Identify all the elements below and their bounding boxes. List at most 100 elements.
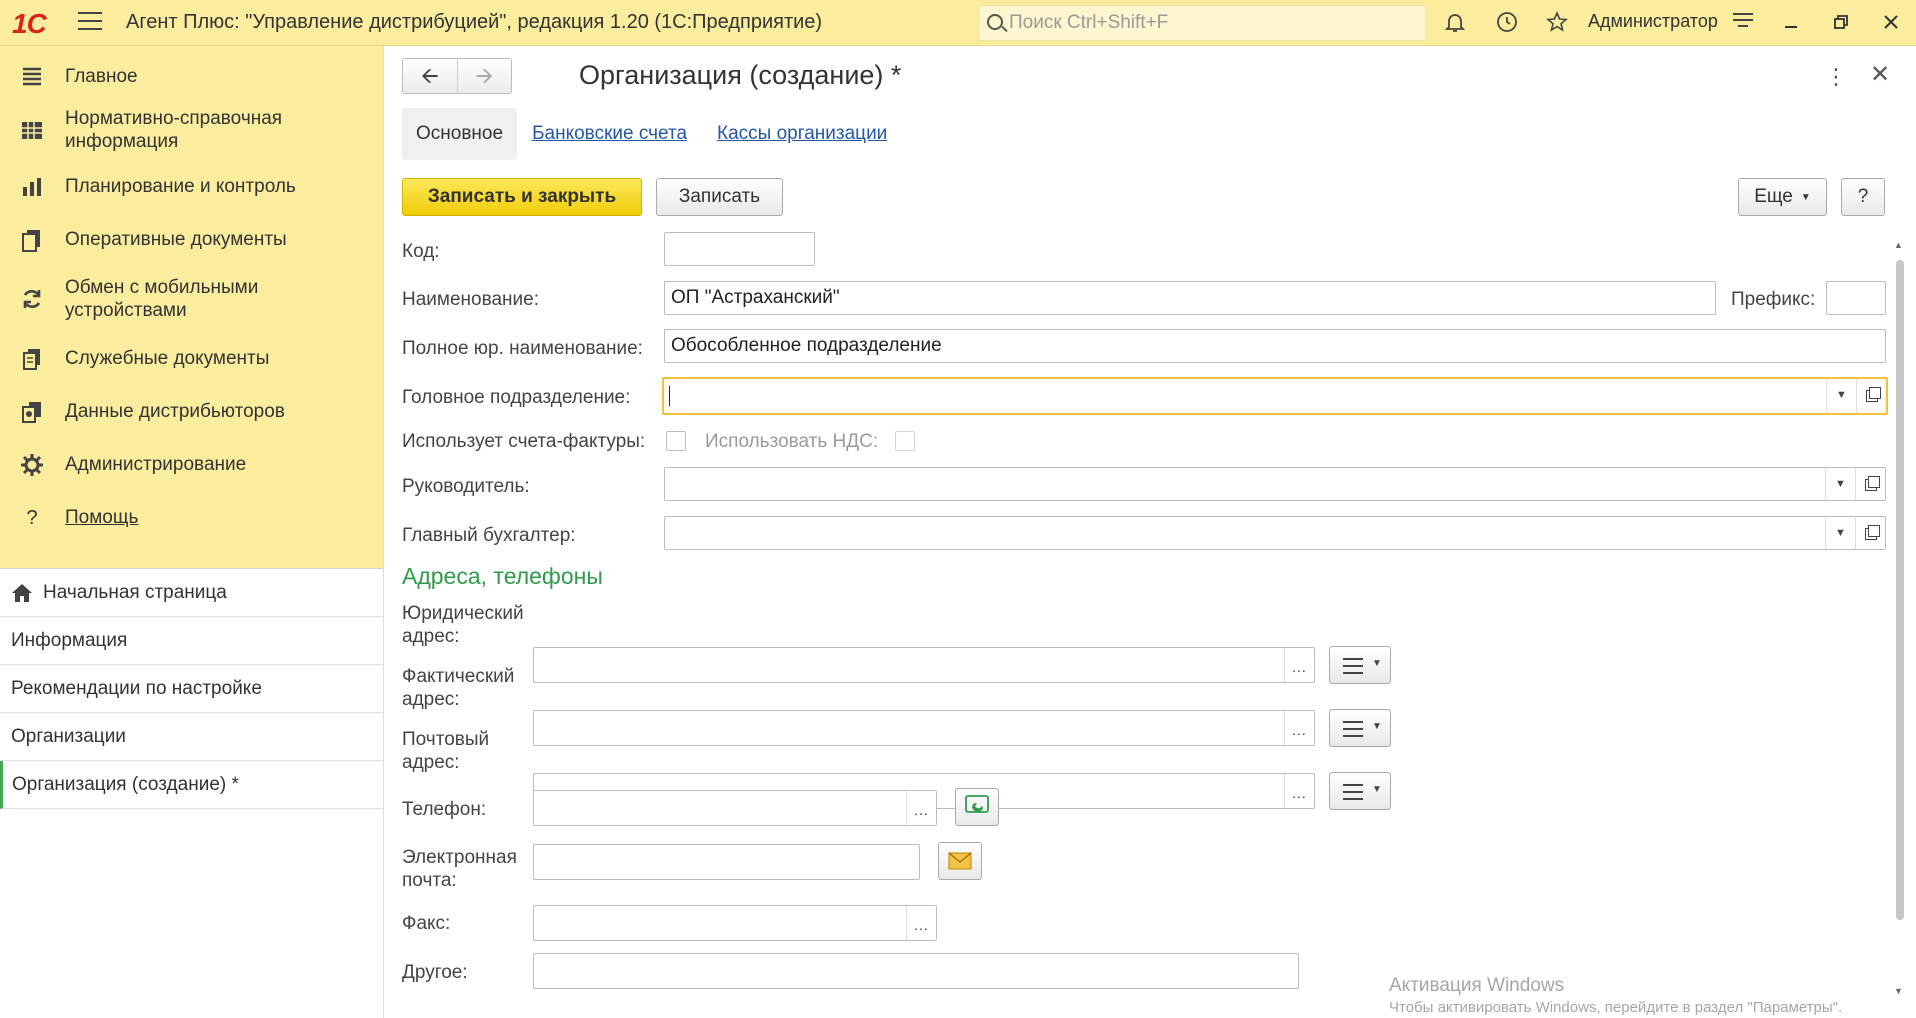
select-ellipsis-icon[interactable]: ... [1284,648,1314,682]
history-icon[interactable] [1494,10,1520,36]
email-field[interactable] [533,844,920,880]
select-ellipsis-icon[interactable]: ... [1284,774,1314,808]
section-help[interactable]: ? Помощь [0,491,383,544]
scroll-down-icon[interactable]: ▼ [1894,986,1903,996]
section-administration[interactable]: Администрирование [0,438,383,491]
select-ellipsis-icon[interactable]: ... [1284,711,1314,745]
code-field[interactable] [664,232,815,266]
forward-arrow-icon[interactable]: 🡪 [456,59,512,93]
legal-address-menu-button[interactable]: ▼ [1329,646,1391,684]
head-department-field[interactable]: ▼ [662,377,1888,415]
actual-address-menu-button[interactable]: ▼ [1329,709,1391,747]
tab-bank-accounts[interactable]: Банковские счета [517,108,702,160]
legal-address-label-line: адрес: [402,626,460,647]
actual-address-field[interactable]: ... [533,710,1315,746]
search-input[interactable]: Поиск Ctrl+Shift+F [978,5,1426,41]
save-and-close-button[interactable]: Записать и закрыть [402,178,642,216]
windows-activation-title: Активация Windows [1389,975,1565,996]
postal-address-label-line: адрес: [402,752,460,773]
minimize-icon[interactable] [1776,8,1806,38]
home-icon [11,582,33,604]
fax-field[interactable]: ... [533,905,937,941]
section-distributor-data[interactable]: Данные дистрибьюторов [0,385,383,438]
current-user[interactable]: Администратор [1588,11,1718,32]
fullname-field[interactable]: Обособленное подразделение [664,329,1886,363]
email-label: Электронная почта: [402,846,517,892]
name-field[interactable]: ОП "Астраханский" [664,281,1716,315]
back-arrow-icon[interactable]: 🡨 [403,59,457,93]
postal-address-label: Почтовый адрес: [402,728,489,774]
menu-lines-icon [1343,658,1363,679]
section-main[interactable]: Главное [0,52,383,100]
open-window-organization-create[interactable]: Организация (создание) * [0,761,383,809]
main-menu-icon[interactable] [78,12,102,32]
open-window-label: Организация (создание) * [12,773,239,795]
prefix-field[interactable] [1826,281,1886,315]
legal-address-field[interactable]: ... [533,647,1315,683]
send-email-button[interactable] [938,842,982,880]
actual-address-label-line: адрес: [402,689,460,710]
scroll-up-icon[interactable]: ▲ [1894,240,1903,250]
other-label: Другое: [402,962,468,983]
open-icon[interactable] [1855,468,1885,500]
open-window-info[interactable]: Информация [0,617,383,665]
open-window-label: Начальная страница [43,581,227,603]
chevron-down-icon[interactable]: ▼ [1825,468,1855,500]
postal-address-menu-button[interactable]: ▼ [1329,772,1391,810]
more-button[interactable]: Еще ▼ [1738,178,1827,216]
section-service-docs[interactable]: Служебные документы [0,332,383,385]
open-icon[interactable] [1856,379,1886,413]
other-field[interactable] [533,953,1299,989]
open-window-recommendations[interactable]: Рекомендации по настройке [0,665,383,713]
help-button[interactable]: ? [1841,178,1885,216]
catalog-icon [20,118,44,142]
open-window-organizations[interactable]: Организации [0,713,383,761]
fax-label: Факс: [402,913,451,934]
tab-cash-desks[interactable]: Кассы организации [702,108,902,160]
chevron-down-icon[interactable]: ▼ [1826,379,1856,413]
section-operational-docs[interactable]: Оперативные документы [0,213,383,266]
select-ellipsis-icon[interactable]: ... [906,791,936,825]
more-actions-icon[interactable]: ⋮ [1825,64,1847,90]
search-placeholder: Поиск Ctrl+Shift+F [1009,12,1169,33]
section-label: Служебные документы [65,348,270,369]
section-planning[interactable]: Планирование и контроль [0,160,383,213]
tab-main[interactable]: Основное [402,108,518,160]
director-field[interactable]: ▼ [664,467,1886,501]
menu-lines-icon [1343,721,1363,742]
section-label: Главное [65,65,138,87]
form-tabs: Основное Банковские счета Кассы организа… [402,108,902,160]
accountant-field[interactable]: ▼ [664,516,1886,550]
form-area: 🡨 🡪 Организация (создание) * ⋮ ✕ Основно… [385,46,1916,1018]
save-button[interactable]: Записать [656,178,783,216]
section-label: Оперативные документы [65,229,287,250]
menu-lines-icon [1343,784,1363,805]
open-icon[interactable] [1855,517,1885,549]
legal-address-label-line: Юридический [402,603,524,624]
documents-icon [20,228,44,252]
notifications-bell-icon[interactable] [1442,10,1468,36]
settings-menu-icon[interactable] [1728,8,1758,38]
gear-icon [20,453,44,477]
chevron-down-icon[interactable]: ▼ [1825,517,1855,549]
scrollbar-thumb[interactable] [1896,260,1904,920]
close-form-icon[interactable]: ✕ [1870,60,1890,89]
phone-field[interactable]: ... [533,790,937,826]
restore-icon[interactable] [1826,8,1856,38]
select-ellipsis-icon[interactable]: ... [906,906,936,940]
vat-checkbox[interactable] [895,431,915,451]
nav-buttons: 🡨 🡪 [402,58,512,94]
email-label-line: почта: [402,870,457,891]
section-label: Данные дистрибьюторов [65,401,285,422]
open-window-home[interactable]: Начальная страница [0,569,383,617]
invoices-checkbox[interactable] [666,431,686,451]
section-mobile-exchange[interactable]: Обмен с мобильными устройствами [0,266,300,332]
close-window-icon[interactable] [1876,8,1906,38]
favorites-star-icon[interactable] [1544,10,1570,36]
section-label: Обмен с мобильными устройствами [65,277,259,321]
section-label: Администрирование [65,454,247,475]
section-reference-info[interactable]: Нормативно-справочная информация [0,100,330,160]
vertical-scrollbar[interactable]: ▲ ▼ [1894,240,1906,1000]
section-label: Планирование и контроль [65,176,296,197]
call-button[interactable] [955,788,999,826]
